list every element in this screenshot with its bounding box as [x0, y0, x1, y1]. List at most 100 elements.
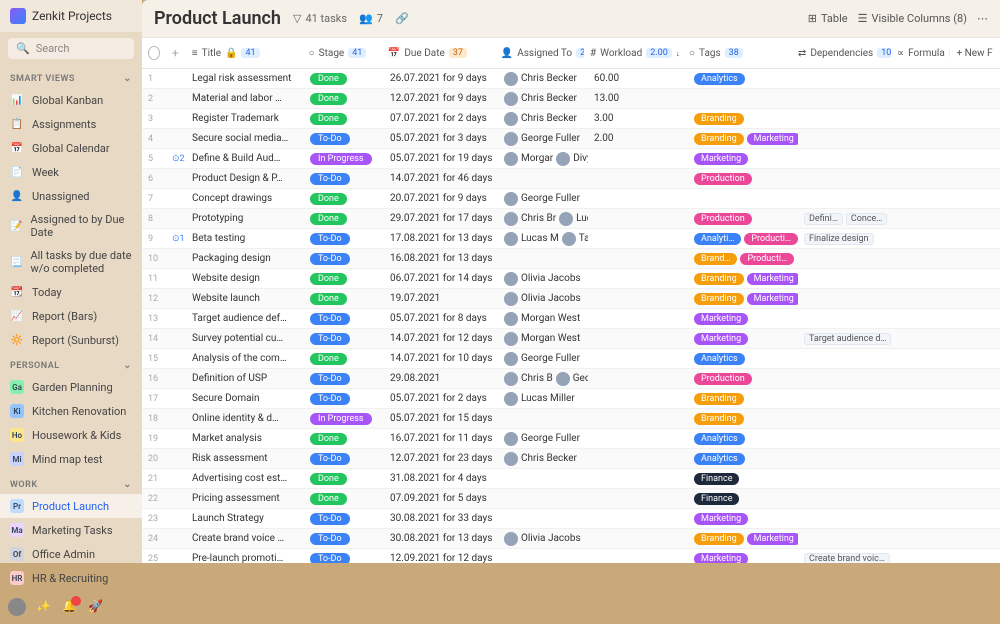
section-smart-views[interactable]: SMART VIEWS⌄	[0, 65, 142, 88]
table-row[interactable]: 3Register TrademarkDone07.07.2021 for 2 …	[142, 109, 1000, 129]
formula-cell	[898, 177, 958, 181]
sidebar-item-label: Assigned to by Due Date	[30, 213, 132, 239]
col-tags[interactable]: ○ Tags 38	[683, 44, 792, 62]
sidebar-item[interactable]: 📅Global Calendar	[0, 136, 142, 160]
tags-cell: Analytics	[688, 431, 798, 447]
table-row[interactable]: 17Secure DomainTo-Do05.07.2021 for 2 day…	[142, 389, 1000, 409]
col-assigned[interactable]: 👤 Assigned To 24	[495, 44, 584, 62]
add-column-left[interactable]: +	[166, 44, 186, 62]
table-row[interactable]: 10Packaging designTo-Do16.08.2021 for 13…	[142, 249, 1000, 269]
select-all[interactable]	[142, 44, 166, 62]
people-count[interactable]: 👥 7	[359, 12, 383, 25]
table-row[interactable]: 6Product Design & P…To-Do14.07.2021 for …	[142, 169, 1000, 189]
table-row[interactable]: 1Legal risk assessmentDone26.07.2021 for…	[142, 69, 1000, 89]
attachment-icon[interactable]: 🔗	[395, 12, 409, 25]
filter-tasks[interactable]: ▽ 41 tasks	[293, 12, 347, 25]
table-row[interactable]: 15Analysis of the com…Done14.07.2021 for…	[142, 349, 1000, 369]
row-number: 1	[142, 72, 166, 86]
section-work[interactable]: WORK⌄	[0, 471, 142, 494]
formula-cell	[898, 197, 958, 201]
project-badge-icon: Ki	[10, 404, 24, 418]
sidebar-item[interactable]: HoHousework & Kids	[0, 423, 142, 447]
table-header-row: + ≡ Title 🔒 41 ○ Stage 41 📅 Due Date 37 …	[142, 38, 1000, 69]
table-row[interactable]: 2Material and labor …Done12.07.2021 for …	[142, 89, 1000, 109]
table-row[interactable]: 13Target audience def…To-Do05.07.2021 fo…	[142, 309, 1000, 329]
search-input[interactable]: 🔍 Search	[8, 38, 134, 59]
assigned-cell: Chris BGeorge	[498, 370, 588, 388]
project-badge-icon: HR	[10, 571, 24, 585]
more-icon[interactable]: ⋯	[977, 12, 988, 25]
table-row[interactable]: 19Market analysisDone16.07.2021 for 11 d…	[142, 429, 1000, 449]
col-workload[interactable]: # Workload 2.00 ↓ ▾	[584, 44, 683, 62]
table-row[interactable]: 9⊙1Beta testingTo-Do17.08.2021 for 13 da…	[142, 229, 1000, 249]
dependencies-cell	[798, 117, 898, 121]
section-personal[interactable]: PERSONAL⌄	[0, 352, 142, 375]
table-row[interactable]: 7Concept drawingsDone20.07.2021 for 9 da…	[142, 189, 1000, 209]
new-field-button[interactable]: + New F	[950, 44, 1000, 62]
table-row[interactable]: 18Online identity & d…In Progress05.07.2…	[142, 409, 1000, 429]
gift-icon[interactable]: ✨	[36, 599, 52, 615]
sidebar-item-label: Assignments	[32, 118, 96, 131]
sidebar-item[interactable]: 📊Global Kanban	[0, 88, 142, 112]
col-stage[interactable]: ○ Stage 41	[303, 44, 382, 62]
formula-cell	[898, 437, 958, 441]
notifications-icon[interactable]: 🔔	[62, 599, 78, 615]
sidebar-item[interactable]: 📃All tasks by due date w/o completed	[0, 244, 142, 280]
sidebar-item[interactable]: MaMarketing Tasks	[0, 518, 142, 542]
table-row[interactable]: 14Survey potential cu…To-Do14.07.2021 fo…	[142, 329, 1000, 349]
dependencies-cell	[798, 137, 898, 141]
formula-cell	[898, 297, 958, 301]
stage-cell: Done	[304, 211, 384, 227]
sidebar-item[interactable]: 📄Week	[0, 160, 142, 184]
sidebar-item[interactable]: GaGarden Planning	[0, 375, 142, 399]
sidebar-item[interactable]: PrProduct Launch	[0, 494, 142, 518]
sidebar-item[interactable]: MiMind map test	[0, 447, 142, 471]
table-row[interactable]: 25Pre-launch promoti…To-Do12.09.2021 for…	[142, 549, 1000, 563]
table-row[interactable]: 8PrototypingDone29.07.2021 for 17 daysCh…	[142, 209, 1000, 229]
table-row[interactable]: 21Advertising cost est…Done31.08.2021 fo…	[142, 469, 1000, 489]
rocket-icon[interactable]: 🚀	[88, 599, 104, 615]
col-dependencies[interactable]: ⇄ Dependencies 10	[792, 44, 891, 62]
due-date-cell: 30.08.2021 for 33 days	[384, 511, 498, 526]
assigned-cell: Chris BrLucas M	[498, 210, 588, 228]
sidebar-item[interactable]: HRHR & Recruiting	[0, 566, 142, 590]
table-row[interactable]: 11Website designDone06.07.2021 for 14 da…	[142, 269, 1000, 289]
sidebar-item[interactable]: 🔆Report (Sunburst)	[0, 328, 142, 352]
sidebar-item[interactable]: 📝Assigned to by Due Date	[0, 208, 142, 244]
table-row[interactable]: 5⊙2Define & Build Aud…In Progress05.07.2…	[142, 149, 1000, 169]
table-row[interactable]: 22Pricing assessmentDone07.09.2021 for 5…	[142, 489, 1000, 509]
task-title: Secure Domain	[186, 391, 304, 406]
sidebar-item[interactable]: 📈Report (Bars)	[0, 304, 142, 328]
table-row[interactable]: 4Secure social media…To-Do05.07.2021 for…	[142, 129, 1000, 149]
tags-cell: Branding	[688, 391, 798, 407]
table-row[interactable]: 16Definition of USPTo-Do29.08.2021Chris …	[142, 369, 1000, 389]
sidebar-item[interactable]: KiKitchen Renovation	[0, 399, 142, 423]
sidebar-item[interactable]: OfOffice Admin	[0, 542, 142, 566]
formula-cell	[898, 537, 958, 541]
col-title[interactable]: ≡ Title 🔒 41	[186, 44, 303, 62]
table-row[interactable]: 12Website launchDone19.07.2021Olivia Jac…	[142, 289, 1000, 309]
row-number: 12	[142, 292, 166, 306]
formula-cell	[898, 417, 958, 421]
stage-cell: Done	[304, 491, 384, 507]
subtask-indicator	[166, 417, 186, 421]
sidebar-item-label: Global Kanban	[32, 94, 103, 107]
user-avatar[interactable]	[8, 598, 26, 616]
subtask-indicator	[166, 177, 186, 181]
task-title: Product Design & P…	[186, 171, 304, 186]
due-date-cell: 29.08.2021	[384, 371, 498, 386]
table-row[interactable]: 24Create brand voice …To-Do30.08.2021 fo…	[142, 529, 1000, 549]
task-title: Advertising cost est…	[186, 471, 304, 486]
table-row[interactable]: 20Risk assessmentTo-Do12.07.2021 for 23 …	[142, 449, 1000, 469]
task-title: Define & Build Aud…	[186, 151, 304, 166]
col-due-date[interactable]: 📅 Due Date 37	[382, 44, 495, 62]
table-view-button[interactable]: ⊞ Table	[808, 12, 848, 25]
sidebar-item[interactable]: 👤Unassigned	[0, 184, 142, 208]
sidebar-item[interactable]: 📋Assignments	[0, 112, 142, 136]
col-formula[interactable]: ∝ Formula 0.00	[891, 44, 950, 62]
stage-cell: To-Do	[304, 331, 384, 347]
sidebar-item[interactable]: 📆Today	[0, 280, 142, 304]
table-row[interactable]: 23Launch StrategyTo-Do30.08.2021 for 33 …	[142, 509, 1000, 529]
visible-columns-button[interactable]: ☰ Visible Columns (8)	[858, 12, 967, 25]
row-number: 5	[142, 152, 166, 166]
